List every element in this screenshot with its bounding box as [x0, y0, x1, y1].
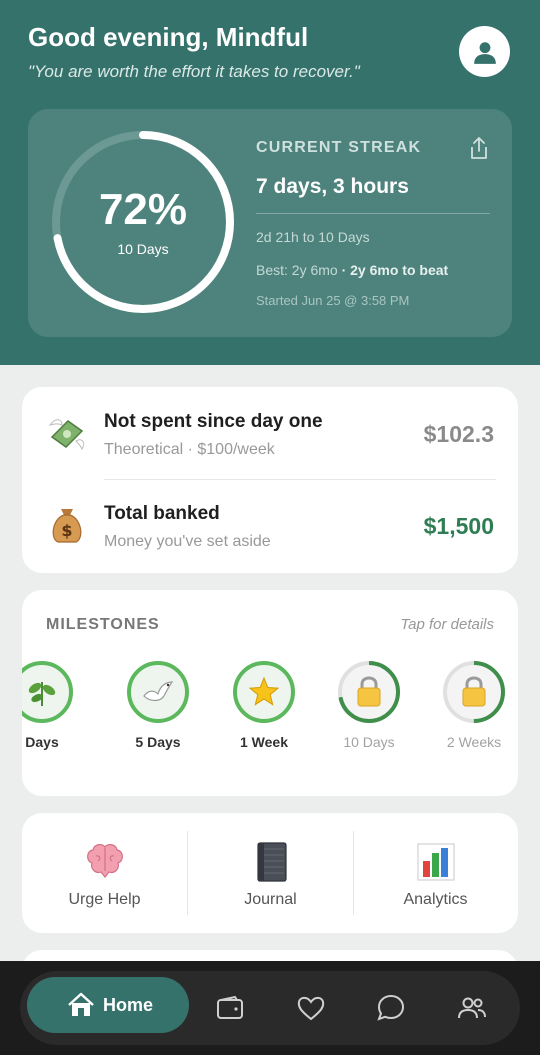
- milestone-label: 10 Days: [343, 734, 395, 750]
- bar-chart-icon: [417, 843, 455, 881]
- analytics-label: Analytics: [403, 891, 468, 908]
- banked-row[interactable]: $ Total banked Money you've set aside $1…: [22, 479, 518, 571]
- lock-icon: [443, 661, 505, 723]
- heart-icon[interactable]: [296, 993, 326, 1023]
- best-to-beat: · 2y 6mo to beat: [341, 262, 449, 278]
- streak-target: 10 Days: [117, 241, 169, 257]
- urge-help-button[interactable]: Urge Help: [22, 829, 187, 917]
- banked-amount: $1,500: [423, 513, 494, 539]
- user-icon: [473, 41, 496, 64]
- journal-button[interactable]: Journal: [188, 829, 353, 917]
- share-icon[interactable]: [468, 136, 490, 160]
- milestones-title: MILESTONES: [46, 616, 160, 633]
- best-streak-value: Best: 2y 6mo: [256, 262, 338, 278]
- not-spent-title: Not spent since day one: [104, 411, 323, 432]
- milestone-label: 5 Days: [135, 734, 181, 750]
- money-with-wings-icon: [48, 419, 85, 450]
- nav-home-label: Home: [103, 995, 154, 1015]
- greeting-title: Good evening, Mindful: [28, 22, 309, 52]
- divider: [256, 213, 490, 214]
- herb-icon: [22, 661, 73, 723]
- journal-label: Journal: [244, 891, 297, 908]
- streak-started: Started Jun 25 @ 3:58 PM: [256, 293, 410, 308]
- wallet-icon[interactable]: [215, 993, 245, 1023]
- streak-best: Best: 2y 6mo · 2y 6mo to beat: [256, 262, 448, 278]
- analytics-button[interactable]: Analytics: [353, 829, 518, 917]
- milestones-hint[interactable]: Tap for details: [400, 616, 494, 633]
- money-bag-icon: $: [52, 509, 82, 543]
- milestone-label: 1 Week: [240, 734, 288, 750]
- streak-percent: 72%: [98, 185, 188, 234]
- quick-actions-card: Urge Help Journal Analytics: [22, 813, 518, 933]
- streak-value: 7 days, 3 hours: [256, 175, 409, 198]
- banked-subtitle: Money you've set aside: [104, 533, 271, 550]
- people-icon[interactable]: [457, 993, 487, 1023]
- not-spent-amount: $102.3: [423, 421, 494, 447]
- motivational-quote: "You are worth the effort it takes to re…: [28, 62, 360, 81]
- milestone-label: Days: [25, 734, 59, 750]
- nav-home-button[interactable]: Home: [27, 977, 189, 1033]
- milestone-item[interactable]: 2 Weeks: [434, 660, 514, 750]
- streak-label: CURRENT STREAK: [256, 139, 422, 156]
- not-spent-subtitle: Theoretical · $100/week: [104, 441, 275, 458]
- banked-title: Total banked: [104, 503, 220, 524]
- streak-card[interactable]: 72% 10 Days CURRENT STREAK 7 days, 3 hou…: [28, 109, 512, 337]
- svg-text:$: $: [61, 521, 72, 540]
- nav-bar-pill: Home: [20, 971, 520, 1045]
- milestone-item[interactable]: Days: [22, 660, 82, 750]
- brain-icon: [87, 844, 123, 878]
- milestone-item[interactable]: 5 Days: [118, 660, 198, 750]
- profile-avatar-button[interactable]: [459, 26, 510, 77]
- lock-icon: [338, 661, 400, 723]
- dove-icon: [127, 661, 189, 723]
- milestone-label: 2 Weeks: [446, 734, 502, 750]
- urge-help-label: Urge Help: [68, 891, 141, 908]
- chat-icon[interactable]: [376, 993, 406, 1023]
- notebook-icon: [257, 842, 287, 882]
- milestones-card: MILESTONES Tap for details Days 5 Days 1…: [22, 590, 518, 796]
- not-spent-row[interactable]: Not spent since day one Theoretical · $1…: [22, 387, 518, 479]
- streak-range: 2d 21h to 10 Days: [256, 229, 370, 245]
- bottom-nav: Home: [0, 961, 540, 1055]
- milestone-item[interactable]: 10 Days: [329, 660, 409, 750]
- home-icon: [68, 992, 94, 1016]
- milestone-item[interactable]: 1 Week: [224, 660, 304, 750]
- money-card: Not spent since day one Theoretical · $1…: [22, 387, 518, 573]
- star-icon: [233, 661, 295, 723]
- header: Good evening, Mindful "You are worth the…: [0, 0, 540, 365]
- streak-progress-ring: 72% 10 Days: [50, 129, 236, 315]
